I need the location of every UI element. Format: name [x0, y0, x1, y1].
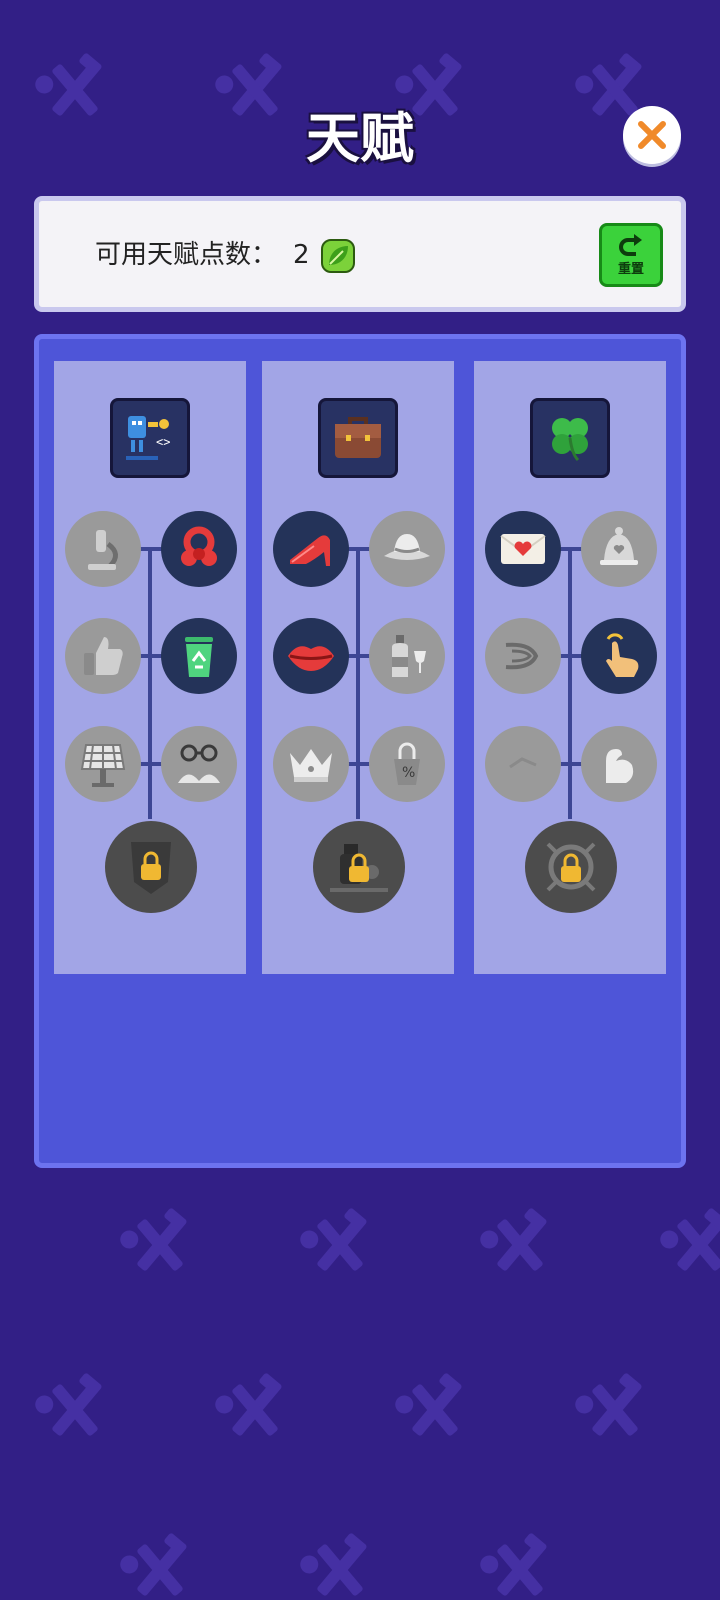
microscope-icon	[88, 530, 118, 570]
talent-node-love-letter[interactable]	[485, 511, 561, 587]
gentleman-dog-icon	[330, 844, 388, 892]
column-header[interactable]	[530, 398, 610, 478]
wine-bottle-icon	[392, 635, 426, 677]
talent-node-blank[interactable]	[485, 726, 561, 802]
talent-node-bell[interactable]	[581, 511, 657, 587]
speed-swirl-icon	[505, 642, 539, 670]
reset-button[interactable]: 重置	[599, 223, 663, 287]
blank-icon	[509, 757, 537, 769]
talent-node-thumbs-up[interactable]	[65, 618, 141, 694]
briefcase-icon	[335, 417, 381, 458]
shield-icon	[131, 842, 171, 894]
talent-final-node-gear[interactable]	[525, 821, 617, 913]
talent-node-wine[interactable]	[369, 618, 445, 694]
tree-connector	[148, 551, 152, 819]
close-button[interactable]	[623, 106, 681, 164]
talent-points-label: 可用天赋点数：	[95, 240, 278, 270]
sun-hat-icon	[384, 534, 430, 560]
tree-connector	[356, 551, 360, 819]
talent-node-speed[interactable]	[485, 618, 561, 694]
glasses-book-icon	[178, 744, 220, 783]
flexed-arm-icon	[606, 749, 634, 783]
talent-node-lips[interactable]	[273, 618, 349, 694]
talent-node-microscope[interactable]	[65, 511, 141, 587]
gear-robot-icon	[546, 842, 596, 892]
robot-coding-icon: <>	[126, 416, 170, 460]
talent-node-price-tag[interactable]: %	[369, 726, 445, 802]
talent-final-node-shield[interactable]	[105, 821, 197, 913]
talent-node-solar-panel[interactable]	[65, 726, 141, 802]
recycle-bin-icon	[185, 637, 213, 677]
column-header[interactable]: <>	[110, 398, 190, 478]
thumbs-up-icon	[84, 637, 123, 675]
talent-node-tap-hand[interactable]	[581, 618, 657, 694]
column-header[interactable]	[318, 398, 398, 478]
talent-final-node-gentleman[interactable]	[313, 821, 405, 913]
reset-label: 重置	[617, 260, 644, 276]
lips-icon	[288, 646, 334, 671]
talent-node-high-heel[interactable]	[273, 511, 349, 587]
page-title: 天赋	[306, 107, 414, 170]
talent-points-panel: 可用天赋点数： 2 重置	[34, 196, 686, 312]
talent-node-crown[interactable]	[273, 726, 349, 802]
crown-icon	[290, 749, 332, 782]
talent-node-red-ribbon[interactable]	[161, 511, 237, 587]
tap-hand-icon	[606, 633, 639, 677]
svg-text:<>: <>	[156, 435, 170, 449]
talent-points-value: 2	[293, 240, 310, 270]
love-letter-icon	[500, 534, 546, 564]
talent-node-sun-hat[interactable]	[369, 511, 445, 587]
leaf-icon	[321, 239, 355, 273]
talent-node-recycle[interactable]	[161, 618, 237, 694]
talent-node-flexed-arm[interactable]	[581, 726, 657, 802]
bell-icon	[600, 527, 638, 565]
price-tag-icon: %	[394, 742, 420, 785]
reset-arrow-icon	[619, 233, 642, 256]
talent-column-luck	[474, 361, 666, 974]
solar-panel-icon	[80, 744, 126, 787]
red-ribbon-icon	[181, 526, 217, 566]
svg-text:%: %	[402, 765, 415, 781]
talent-node-glasses-book[interactable]	[161, 726, 237, 802]
high-heel-icon	[290, 535, 330, 566]
close-icon	[638, 121, 666, 149]
tree-connector	[568, 551, 572, 819]
four-leaf-clover-icon	[552, 418, 588, 462]
talent-column-tech: <>	[54, 361, 246, 974]
talent-column-business: %	[262, 361, 454, 974]
